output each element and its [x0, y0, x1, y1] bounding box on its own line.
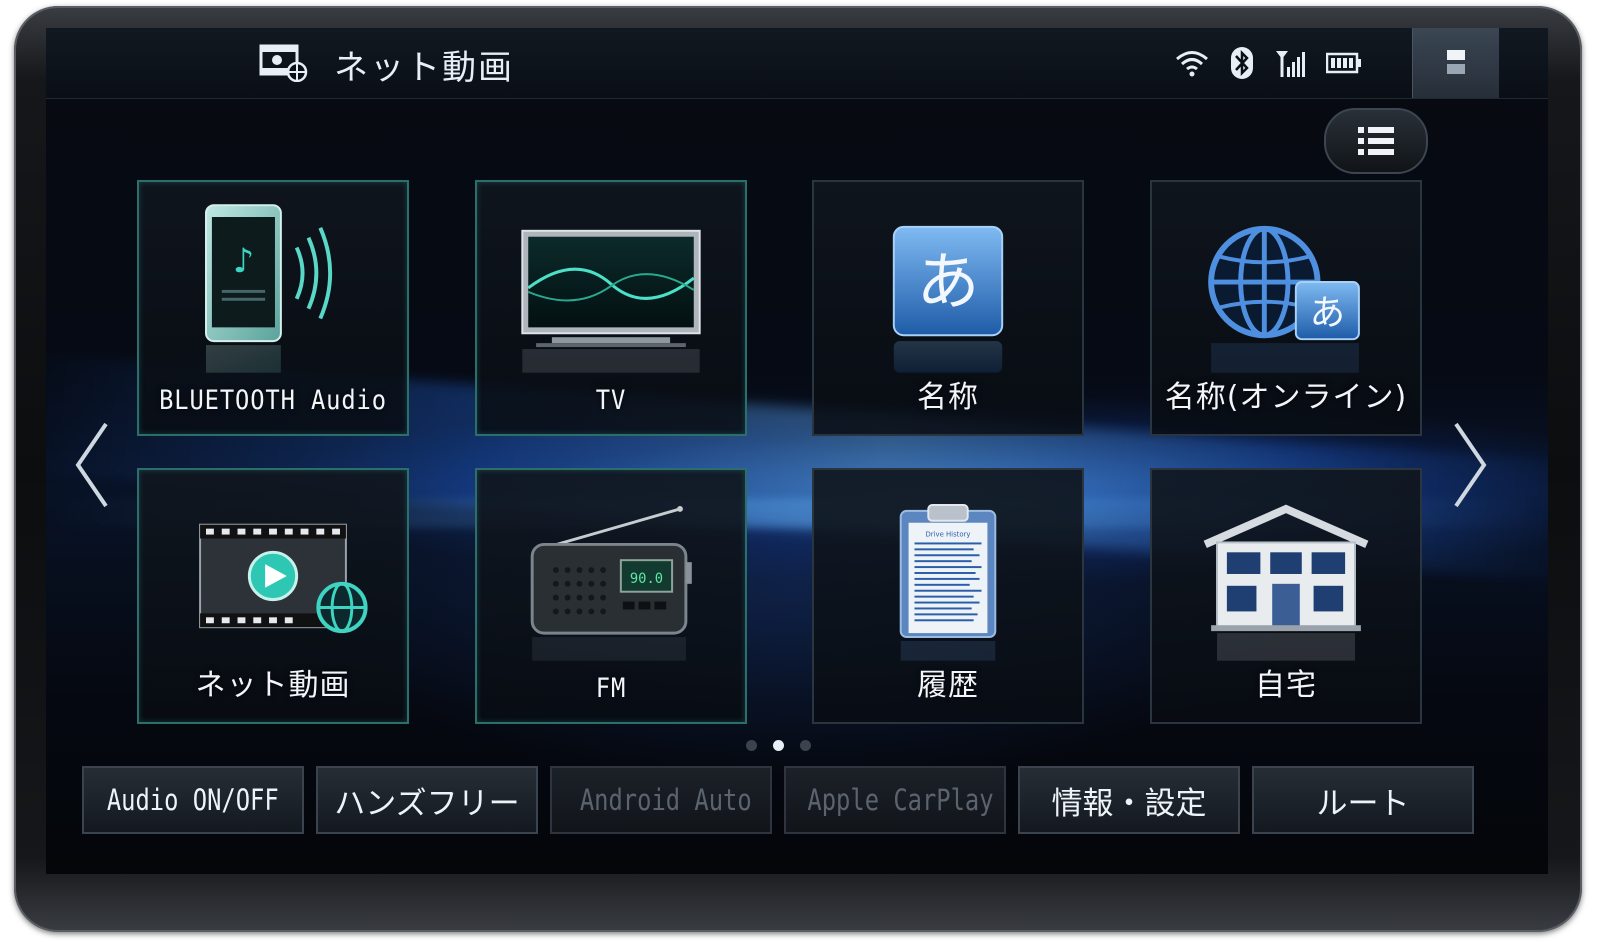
button-label: Android Auto: [580, 783, 752, 817]
button-label: Audio ON/OFF: [107, 783, 279, 817]
tile-label: 名称: [917, 380, 979, 415]
chevron-left-icon[interactable]: [70, 420, 114, 510]
svg-text:90.0: 90.0: [630, 571, 663, 587]
chevron-right-icon[interactable]: [1448, 420, 1492, 510]
online-name-search-icon: あ: [1208, 225, 1360, 373]
tile-label: 自宅: [1255, 668, 1317, 703]
history-clipboard-icon: Drive History: [899, 504, 997, 661]
android-auto-button[interactable]: Android Auto: [550, 766, 772, 834]
net-video-tile-icon: [199, 523, 368, 634]
button-label: 情報・設定: [1051, 785, 1207, 822]
name-search-icon: あ: [892, 225, 1004, 373]
tile-tv[interactable]: TV: [475, 180, 747, 436]
tile-online-name-search[interactable]: あ 名称(オンライン): [1150, 180, 1422, 436]
button-label: ハンズフリー: [334, 785, 520, 822]
bluetooth-icon: [1231, 47, 1253, 79]
hands-free-button[interactable]: ハンズフリー: [316, 766, 538, 834]
page-indicator: [746, 740, 811, 751]
top-bar: ネット動画: [46, 28, 1548, 99]
tile-label: FM: [595, 673, 627, 704]
bluetooth-audio-phone-icon: ♪: [205, 204, 333, 373]
svg-text:Drive History: Drive History: [926, 531, 971, 539]
svg-text:♪: ♪: [233, 241, 254, 280]
screen: ネット動画 ♪ BLUETOOTH Audio TV あ 名称 あ 名称(オンラ…: [46, 28, 1548, 874]
tile-net-video[interactable]: ネット動画: [137, 468, 409, 724]
source-title: ネット動画: [334, 48, 514, 88]
fm-radio-icon: 90.0: [530, 505, 692, 661]
tile-label: 名称(オンライン): [1164, 380, 1408, 415]
list-icon: [1358, 127, 1394, 155]
battery-icon: [1326, 52, 1361, 74]
tile-name-search[interactable]: あ 名称: [812, 180, 1084, 436]
apple-carplay-button[interactable]: Apple CarPlay: [784, 766, 1006, 834]
page-dot-active[interactable]: [773, 740, 784, 751]
signal-strength-icon: [1276, 51, 1305, 77]
display-toggle-button[interactable]: [1412, 28, 1499, 98]
net-video-icon: [259, 44, 308, 82]
page-dot[interactable]: [800, 740, 811, 751]
wifi-icon: [1176, 51, 1208, 77]
info-settings-button[interactable]: 情報・設定: [1018, 766, 1240, 834]
display-toggle-icon: [1447, 50, 1465, 74]
tv-icon: [521, 229, 701, 373]
svg-text:あ: あ: [1310, 292, 1345, 333]
button-label: Apple CarPlay: [806, 783, 994, 817]
route-button[interactable]: ルート: [1252, 766, 1474, 834]
tile-label: BLUETOOTH Audio: [159, 385, 387, 416]
home-house-icon: [1203, 504, 1369, 661]
svg-text:あ: あ: [916, 245, 979, 319]
list-button[interactable]: [1324, 108, 1428, 174]
tile-label: 履歴: [917, 668, 979, 703]
tile-fm[interactable]: 90.0 FM: [475, 468, 747, 724]
tile-home[interactable]: 自宅: [1150, 468, 1422, 724]
tile-bluetooth-audio[interactable]: ♪ BLUETOOTH Audio: [137, 180, 409, 436]
status-icons: [1174, 46, 1362, 80]
page-dot[interactable]: [746, 740, 757, 751]
audio-on-off-button[interactable]: Audio ON/OFF: [82, 766, 304, 834]
tile-label: TV: [595, 385, 627, 416]
button-label: ルート: [1316, 785, 1410, 822]
tile-history[interactable]: Drive History 履歴: [812, 468, 1084, 724]
tile-label: ネット動画: [195, 668, 351, 703]
